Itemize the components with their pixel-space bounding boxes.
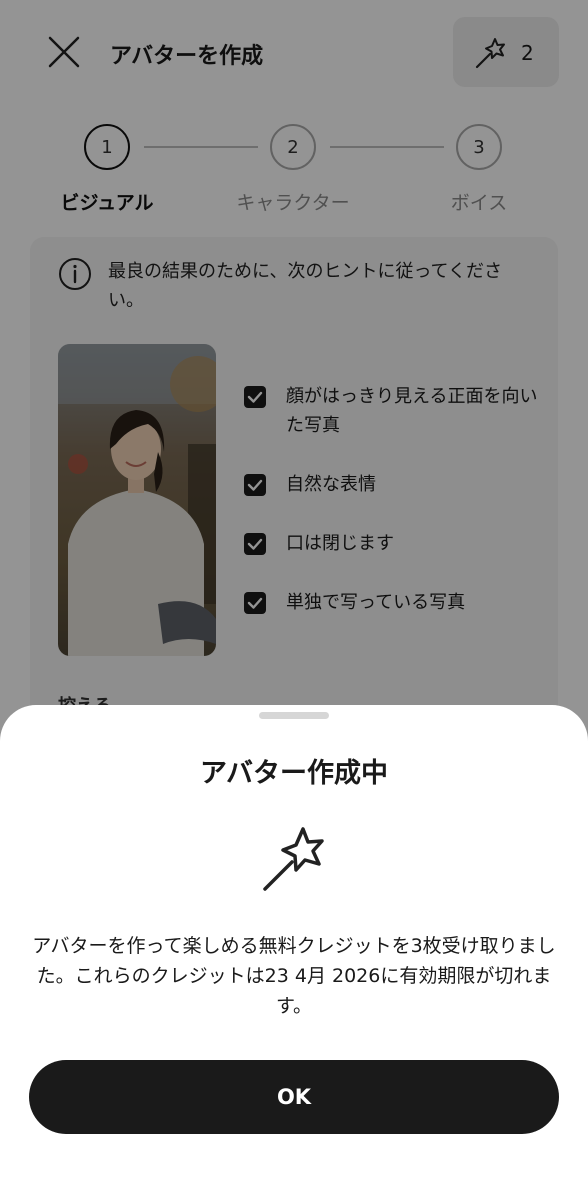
sheet-title: アバター作成中 [200, 758, 388, 789]
bottom-sheet: アバター作成中 アバターを作って楽しめる無料クレジットを3枚受け取りました。これ… [0, 705, 588, 1200]
ok-button[interactable]: OK [29, 1060, 559, 1134]
sheet-grabber[interactable] [259, 712, 329, 719]
magic-wand-icon [263, 827, 324, 891]
sheet-message: アバターを作って楽しめる無料クレジットを3枚受け取りました。これらのクレジットは… [32, 935, 556, 1017]
